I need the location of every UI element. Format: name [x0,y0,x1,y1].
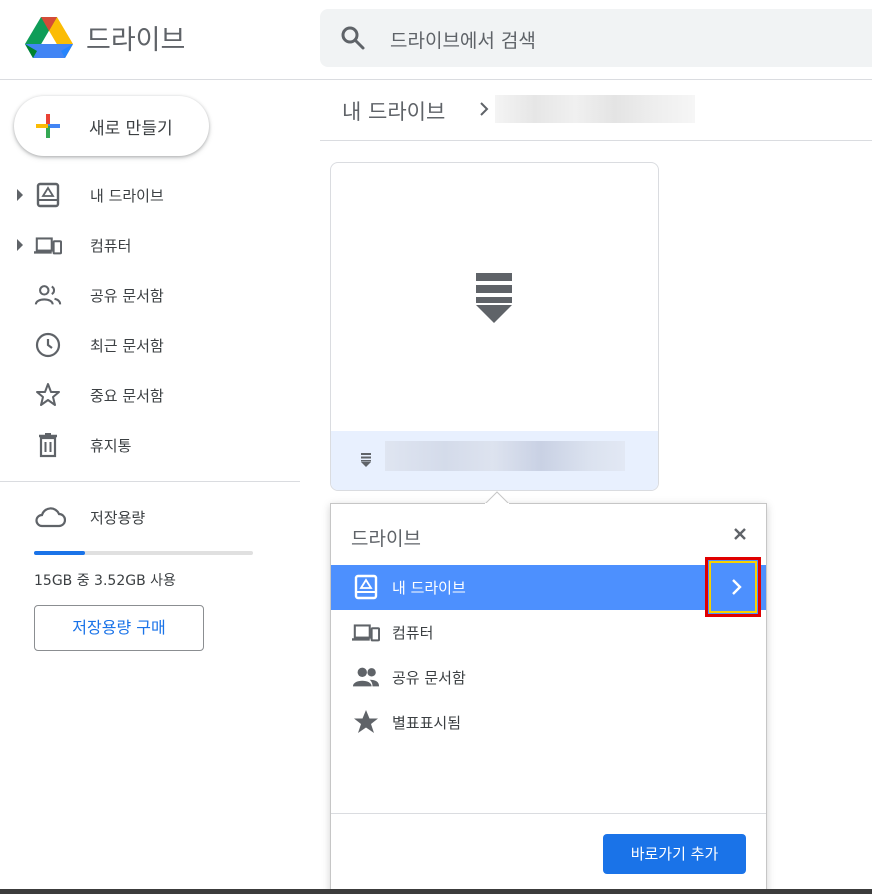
storage-usage-text: 15GB 중 3.52GB 사용 [34,573,176,589]
my-drive-icon [354,574,378,600]
chevron-right-icon [732,579,742,595]
dialog-item-label: 컴퓨터 [392,624,434,642]
dialog-pointer [485,491,509,504]
breadcrumb: 내 드라이브 [320,80,872,141]
plus-icon [36,114,60,138]
file-name-redacted [385,441,625,471]
app-title[interactable]: 드라이브 [86,18,185,57]
storage-progress-fill [34,551,86,555]
storage-progress-bar [34,551,253,555]
file-card[interactable] [330,162,659,491]
people-icon [352,667,380,687]
new-button[interactable]: 새로 만들기 [14,96,209,156]
search-bar[interactable]: 드라이브에서 검색 [320,9,872,67]
star-icon [36,383,60,406]
sidebar-item-label: 중요 문서함 [90,387,164,405]
dialog-item-label: 별표표시됨 [392,714,462,732]
drive-app: 드라이브 드라이브에서 검색 새로 만들기 내 드라이브 컴퓨터 공유 문서함 … [0,0,872,894]
file-type-icon [361,453,371,467]
sidebar-item-my-drive[interactable]: 내 드라이브 [0,175,300,215]
star-icon [354,710,378,733]
file-thumbnail [331,163,658,431]
sidebar-item-label: 휴지통 [90,437,132,455]
dialog-item-starred[interactable]: 별표표시됨 [331,700,766,745]
add-shortcut-button[interactable]: 바로가기 추가 [603,834,746,874]
dialog-item-label: 내 드라이브 [392,579,466,597]
cloud-icon [35,507,66,528]
sidebar-divider [0,481,300,482]
expand-my-drive-button[interactable] [705,557,761,617]
trash-icon [39,433,57,458]
dialog-title: 드라이브 [351,528,421,550]
bottom-edge [0,889,872,894]
buy-storage-button[interactable]: 저장용량 구매 [34,605,204,651]
add-shortcut-dialog: 드라이브 내 드라이브 컴퓨터 공유 문서함 별표표시됨 바로가기 추가 [330,503,767,894]
people-icon [34,285,62,305]
dialog-item-my-drive[interactable]: 내 드라이브 [331,565,766,610]
sidebar-item-label: 공유 문서함 [90,287,164,305]
sidebar-item-starred[interactable]: 중요 문서함 [0,375,300,415]
storage-label[interactable]: 저장용량 [90,507,145,528]
new-button-label: 새로 만들기 [89,119,173,139]
clock-icon [35,332,61,358]
sidebar-item-shared[interactable]: 공유 문서함 [0,275,300,315]
top-bar: 드라이브 드라이브에서 검색 [0,0,872,80]
sidebar-item-label: 컴퓨터 [90,237,132,255]
expand-caret-icon[interactable] [17,189,23,201]
dialog-item-shared[interactable]: 공유 문서함 [331,655,766,700]
file-type-icon [476,273,512,323]
breadcrumb-current-redacted[interactable] [495,95,695,123]
sidebar-item-computers[interactable]: 컴퓨터 [0,225,300,265]
chevron-right-icon [480,102,489,116]
breadcrumb-root[interactable]: 내 드라이브 [342,96,445,126]
sidebar-item-label: 최근 문서함 [90,337,164,355]
dialog-item-computers[interactable]: 컴퓨터 [331,610,766,655]
sidebar-item-trash[interactable]: 휴지통 [0,425,300,465]
expand-caret-icon[interactable] [17,239,23,251]
dialog-divider [331,813,766,814]
search-icon[interactable] [340,25,366,51]
sidebar-item-recent[interactable]: 최근 문서함 [0,325,300,365]
close-icon[interactable] [731,525,749,543]
dialog-item-label: 공유 문서함 [392,669,466,687]
sidebar-item-label: 내 드라이브 [90,187,164,205]
search-input[interactable]: 드라이브에서 검색 [390,26,536,53]
computer-icon [352,624,380,642]
computer-icon [34,237,62,255]
my-drive-icon [36,182,60,208]
google-drive-logo-icon[interactable] [24,15,74,61]
file-card-footer [331,431,658,490]
